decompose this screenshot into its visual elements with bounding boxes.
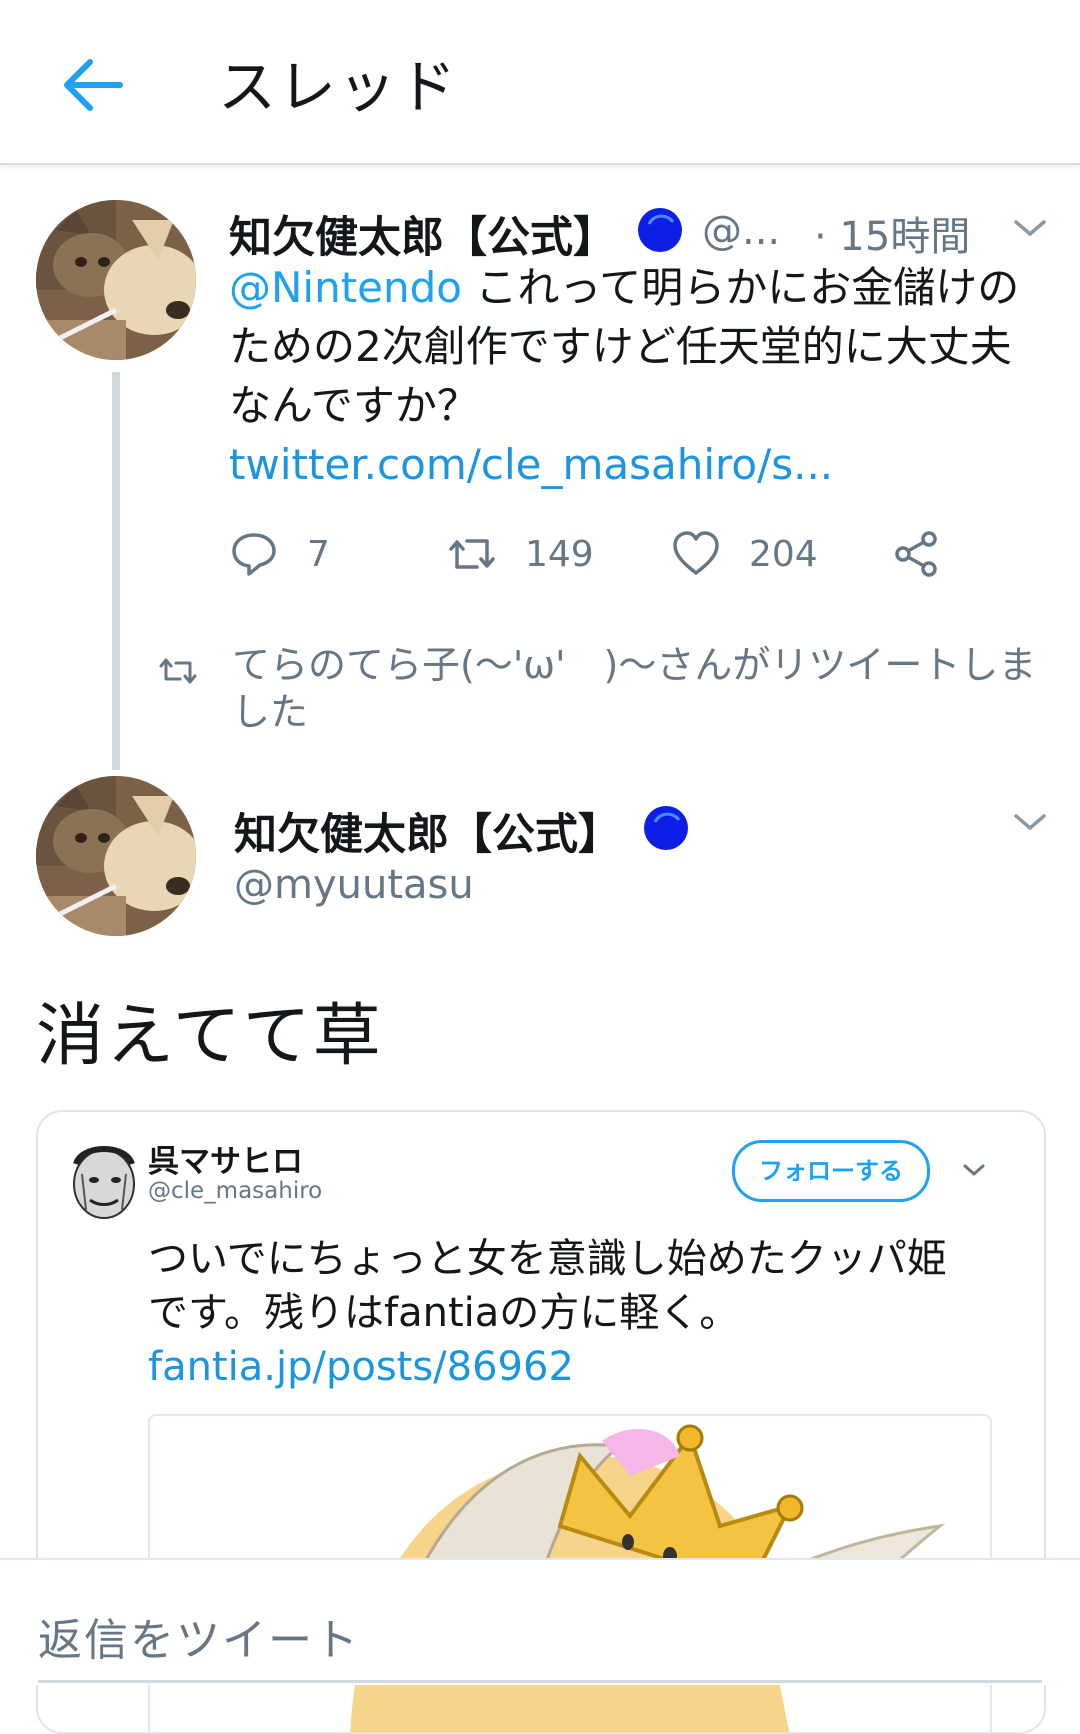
follow-button: フォローする <box>732 1140 930 1202</box>
page-title: スレッド <box>218 53 459 121</box>
embedded-tweet-body: ついでにちょっと女を意識し始めたクッパ姫です。残りはfantiaの方に軽く。 f… <box>148 1232 978 1394</box>
author-handle[interactable]: @... <box>702 208 780 254</box>
chevron-down-icon[interactable] <box>1012 216 1048 240</box>
like-button[interactable]: 204 <box>671 524 818 584</box>
tweet-time[interactable]: · 15時間 <box>814 204 970 262</box>
embedded-tweet-text: ついでにちょっと女を意識し始めたクッパ姫です。残りはfantiaの方に軽く。 <box>148 1236 947 1336</box>
chevron-down-icon[interactable] <box>1012 810 1048 834</box>
author-name[interactable]: 知欠健太郎【公式】 <box>229 203 616 265</box>
share-icon <box>895 531 937 577</box>
verified-badge-icon <box>644 806 688 850</box>
embedded-tweet-link: fantia.jp/posts/86962 <box>148 1344 574 1390</box>
reply-button[interactable]: 7 <box>229 524 330 584</box>
reply-count: 7 <box>307 533 330 575</box>
share-button[interactable] <box>891 524 941 584</box>
reply-icon <box>232 533 276 576</box>
author-name[interactable]: 知欠健太郎【公式】 <box>234 800 621 862</box>
tweet-text: 消えてて草 <box>36 997 383 1076</box>
cat-dog-avatar-image <box>36 200 196 360</box>
avatar[interactable] <box>36 200 196 360</box>
retweet-count: 149 <box>525 533 594 575</box>
verified-badge-icon <box>638 208 682 252</box>
thread-connector-line <box>112 372 120 770</box>
embedded-author-handle: @cle_masahiro <box>148 1178 323 1204</box>
tweet-body: @Nintendo これって明らかにお金儲けのための2次創作ですけど任天堂的に大… <box>229 258 1039 494</box>
mention-link[interactable]: @Nintendo <box>229 263 462 312</box>
retweet-icon <box>449 539 495 569</box>
chevron-down-icon <box>963 1164 985 1176</box>
retweet-button[interactable]: 149 <box>447 524 594 584</box>
cat-dog-avatar-image <box>36 776 196 936</box>
reply-input[interactable]: 返信をツイート <box>38 1604 360 1668</box>
heart-icon <box>673 531 719 575</box>
back-arrow-icon[interactable] <box>58 50 128 120</box>
tweet-url-link[interactable]: twitter.com/cle_masahiro/s... <box>229 440 833 489</box>
reply-composer-bar: 返信をツイート <box>0 1558 1080 1685</box>
top-app-bar: スレッド <box>0 0 1080 165</box>
avatar[interactable] <box>36 776 196 936</box>
retweet-icon <box>159 658 197 684</box>
author-handle[interactable]: @myuutasu <box>234 862 474 908</box>
tweet-actions: 7 149 204 <box>229 524 949 584</box>
like-count: 204 <box>749 533 818 575</box>
embedded-avatar <box>62 1134 146 1222</box>
embedded-author-name: 呉マサヒロ <box>148 1144 303 1180</box>
retweeted-by-label[interactable]: てらのてら子(〜'ω' )〜さんがリツイートしました <box>232 642 1052 736</box>
